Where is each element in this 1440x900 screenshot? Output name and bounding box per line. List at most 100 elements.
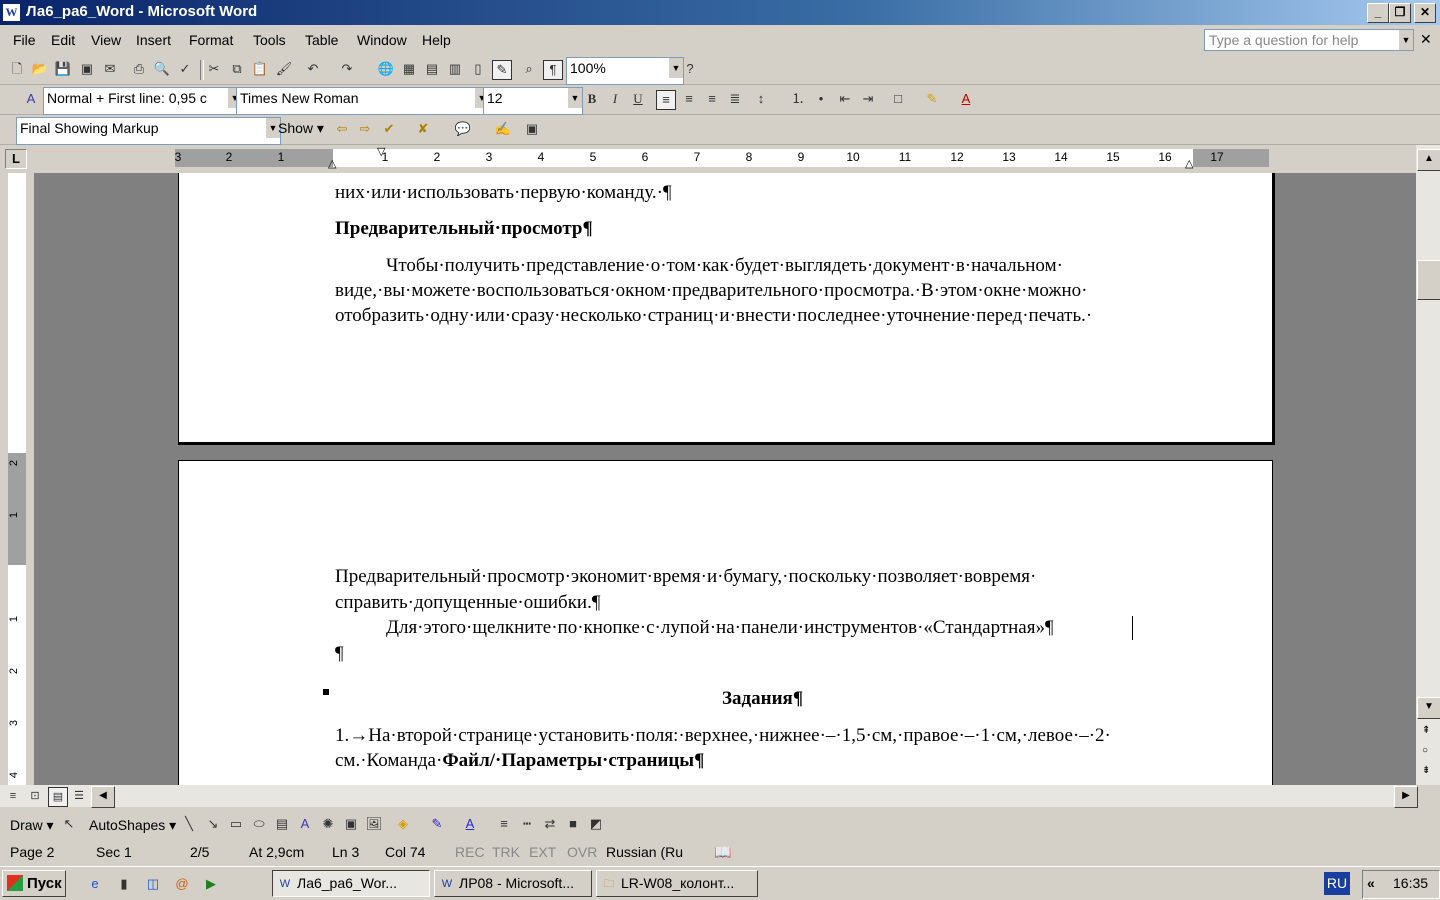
start-button[interactable]: Пуск	[2, 870, 66, 897]
normal-view-icon[interactable]: ≡	[4, 787, 22, 805]
taskbar-item-lr08[interactable]: W ЛР08 - Microsoft...	[434, 870, 592, 897]
cut-icon[interactable]: ✂	[205, 60, 223, 78]
next-page-icon[interactable]: ⇟	[1422, 765, 1430, 776]
web-layout-icon[interactable]: ⊡	[26, 787, 44, 805]
styles-icon[interactable]: A	[22, 90, 40, 108]
page-2[interactable]: Предварительный·просмотр·экономит·время·…	[178, 460, 1273, 785]
insert-picture-icon[interactable]: 🖼	[365, 815, 383, 833]
underline-button[interactable]: U	[629, 90, 647, 108]
close-document-icon[interactable]: ✕	[1420, 31, 1432, 48]
tables-borders-icon[interactable]: ▦	[400, 60, 418, 78]
font-color-icon[interactable]: A	[461, 815, 479, 833]
save-icon[interactable]: 💾	[54, 60, 72, 78]
scroll-left-button[interactable]: ◀	[91, 786, 115, 808]
style-select[interactable]: Normal + First line: 0,95 с ▼	[43, 87, 243, 115]
horizontal-scrollbar[interactable]: ≡ ⊡ ▤ ☰ ◀ ▶	[0, 785, 1418, 808]
borders-icon[interactable]: □	[889, 90, 907, 108]
align-right-icon[interactable]: ≡	[703, 90, 721, 108]
spelling-status-icon[interactable]: 📖	[714, 844, 731, 861]
document-area[interactable]: них·или·использовать·первую·команду.·¶ П…	[34, 173, 1416, 785]
diagram-icon[interactable]: ✺	[319, 815, 337, 833]
status-ext[interactable]: EXT	[529, 844, 556, 860]
restore-button[interactable]: ❐	[1389, 3, 1411, 23]
tab-selector[interactable]: L	[5, 149, 27, 169]
display-for-review-select[interactable]: Final Showing Markup ▼	[16, 117, 281, 145]
text-box-icon[interactable]: ▤	[273, 815, 291, 833]
email-icon[interactable]: ✉	[101, 60, 119, 78]
reject-change-icon[interactable]: ✘	[414, 120, 432, 138]
new-document-icon[interactable]: 🗋	[8, 60, 26, 78]
spelling-icon[interactable]: ✓	[176, 60, 194, 78]
horizontal-ruler[interactable]: L 3 2 1 1 2 3 4 5 6 7 8 9 10 11 12 13 14…	[0, 145, 1440, 173]
menu-tools[interactable]: Tools	[253, 32, 286, 48]
shadow-style-icon[interactable]: ■	[564, 815, 582, 833]
increase-indent-icon[interactable]: ⇥	[859, 90, 877, 108]
align-left-icon[interactable]: ≡	[656, 90, 676, 110]
menu-edit[interactable]: Edit	[51, 32, 75, 48]
accept-change-icon[interactable]: ✔	[380, 120, 398, 138]
copy-icon[interactable]: ⧉	[228, 60, 246, 78]
show-hide-pilcrow-icon[interactable]: ¶	[543, 60, 563, 80]
fill-color-icon[interactable]: ◈	[394, 815, 412, 833]
menu-insert[interactable]: Insert	[136, 32, 171, 48]
draw-menu-button[interactable]: Draw ▾	[10, 817, 54, 834]
clock[interactable]: 16:35	[1393, 875, 1428, 891]
undo-icon[interactable]: ↶	[304, 60, 322, 78]
chevron-down-icon[interactable]: ▼	[1399, 30, 1413, 50]
taskbar-item-word-lab6[interactable]: W Ла6_ра6_Wor...	[272, 870, 430, 897]
reviewing-pane-icon[interactable]: ▣	[523, 120, 541, 138]
menu-table[interactable]: Table	[305, 32, 338, 48]
taskbar-item-lr-w08-folder[interactable]: 🗀 LR-W08_колонт...	[596, 870, 758, 897]
help-icon[interactable]: ?	[681, 60, 699, 78]
word-app-icon[interactable]: W	[3, 4, 20, 21]
font-color-icon[interactable]: A	[957, 90, 975, 108]
menu-format[interactable]: Format	[189, 32, 233, 48]
align-center-icon[interactable]: ≡	[680, 90, 698, 108]
wordart-icon[interactable]: A	[296, 815, 314, 833]
menu-window[interactable]: Window	[357, 32, 407, 48]
menu-view[interactable]: View	[91, 32, 121, 48]
vertical-scrollbar[interactable]: ▲ ▼ ⇞ ○ ⇟	[1416, 145, 1440, 785]
insert-table-icon[interactable]: ▤	[423, 60, 441, 78]
line-spacing-icon[interactable]: ↕	[752, 90, 770, 108]
menu-file[interactable]: File	[13, 32, 36, 48]
arrow-icon[interactable]: ↘	[204, 815, 222, 833]
next-change-icon[interactable]: ⇨	[356, 120, 374, 138]
language-indicator[interactable]: RU	[1324, 872, 1350, 895]
outline-view-icon[interactable]: ☰	[70, 787, 88, 805]
scroll-right-button[interactable]: ▶	[1394, 786, 1418, 808]
line-color-icon[interactable]: ✎	[428, 815, 446, 833]
permission-icon[interactable]: ▣	[78, 60, 96, 78]
open-folder-icon[interactable]: 📂	[31, 60, 49, 78]
dash-style-icon[interactable]: ┅	[518, 815, 536, 833]
bullets-icon[interactable]: •	[812, 90, 830, 108]
track-changes-icon[interactable]: ✍	[494, 120, 512, 138]
select-objects-icon[interactable]: ↖	[60, 815, 78, 833]
outlook-icon[interactable]: ◫	[144, 875, 162, 893]
scroll-up-button[interactable]: ▲	[1417, 149, 1440, 171]
minimize-button[interactable]: _	[1367, 3, 1389, 23]
status-trk[interactable]: TRK	[492, 844, 520, 860]
font-select[interactable]: Times New Roman ▼	[236, 87, 490, 115]
status-rec[interactable]: REC	[455, 844, 485, 860]
page-1[interactable]: них·или·использовать·первую·команду.·¶ П…	[178, 173, 1275, 445]
status-ovr[interactable]: OVR	[567, 844, 597, 860]
menu-help[interactable]: Help	[422, 32, 451, 48]
first-line-indent-marker[interactable]: ▽	[377, 145, 385, 158]
autoshapes-menu-button[interactable]: AutoShapes ▾	[89, 817, 176, 834]
zoom-select[interactable]: 100% ▼	[566, 57, 684, 85]
highlight-icon[interactable]: ✎	[923, 90, 941, 108]
show-menu-button[interactable]: Show ▾	[278, 120, 324, 137]
clip-art-icon[interactable]: ▣	[342, 815, 360, 833]
mail-icon[interactable]: @	[173, 875, 191, 893]
columns-icon[interactable]: ▯	[469, 60, 487, 78]
numbering-icon[interactable]: ⒈	[789, 90, 807, 108]
print-preview-icon[interactable]: 🔍	[153, 60, 171, 78]
document-map-icon[interactable]: ⌕	[520, 60, 538, 78]
font-size-select[interactable]: 12 ▼	[483, 87, 583, 115]
show-hidden-icons-button[interactable]: «	[1367, 875, 1375, 891]
select-browse-object-icon[interactable]: ○	[1422, 745, 1428, 756]
hyperlink-icon[interactable]: 🌐	[377, 60, 395, 78]
vertical-ruler[interactable]: 2 1 1 2 3 4	[0, 173, 34, 785]
print-icon[interactable]: ⎙	[130, 60, 148, 78]
